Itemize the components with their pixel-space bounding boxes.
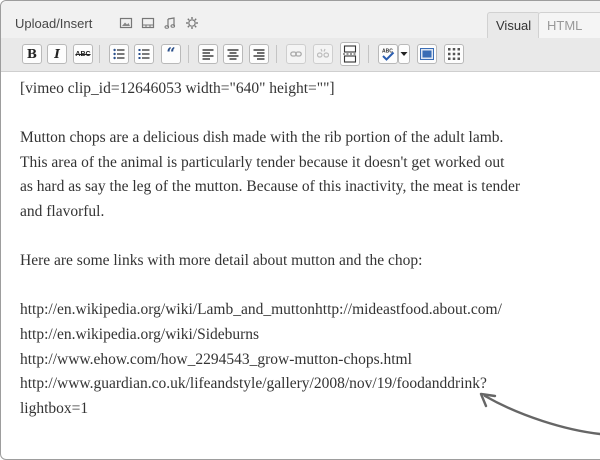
image-icon[interactable] <box>119 16 133 30</box>
insert-more-button[interactable] <box>340 42 360 66</box>
insert-link-button[interactable] <box>286 44 306 64</box>
toolbar-divider <box>368 45 369 63</box>
bulleted-list-icon <box>113 48 125 60</box>
align-center-icon <box>227 49 239 60</box>
bulleted-list-button[interactable] <box>109 44 129 64</box>
bold-button[interactable]: B <box>22 44 42 64</box>
unlink-button[interactable] <box>313 44 333 64</box>
upload-insert-label: Upload/Insert <box>15 16 93 31</box>
paragraph-line: Here are some links with more detail abo… <box>20 252 423 270</box>
fullscreen-icon <box>420 48 434 60</box>
spellcheck-button[interactable]: ABC <box>378 44 398 64</box>
unlink-icon <box>317 48 329 58</box>
editor-frame: Upload/Insert Visual HTML B I ABC “ ABC … <box>0 0 600 460</box>
paragraph-line: as hard as say the leg of the mutton. Be… <box>20 178 521 196</box>
align-center-button[interactable] <box>223 44 243 64</box>
toolbar-divider <box>188 45 189 63</box>
formatting-toolbar: B I ABC “ ABC <box>1 38 600 72</box>
editor-content[interactable]: [vimeo clip_id=12646053 width="640" heig… <box>20 77 600 421</box>
video-icon[interactable] <box>141 16 155 30</box>
blockquote-button[interactable]: “ <box>161 44 181 64</box>
paragraph-line: and flavorful. <box>20 202 105 220</box>
align-left-button[interactable] <box>198 44 218 64</box>
spellcheck-icon: ABC <box>382 49 395 61</box>
chevron-down-icon <box>400 52 408 56</box>
toolbar-divider <box>99 45 100 63</box>
toolbar-divider <box>276 45 277 63</box>
numbered-list-button[interactable] <box>134 44 154 64</box>
fullscreen-button[interactable] <box>417 44 437 64</box>
vimeo-shortcode: [vimeo clip_id=12646053 width="640" heig… <box>20 80 335 97</box>
align-right-button[interactable] <box>249 44 269 64</box>
audio-icon[interactable] <box>163 16 177 30</box>
paragraph-line: This area of the animal is particularly … <box>20 153 505 171</box>
link-icon <box>290 51 302 57</box>
link-line: http://www.ehow.com/how_2294543_grow-mut… <box>20 350 412 368</box>
tab-visual[interactable]: Visual <box>487 12 541 38</box>
strikethrough-button[interactable]: ABC <box>73 44 93 64</box>
align-right-icon <box>253 49 265 60</box>
align-left-icon <box>202 49 214 60</box>
numbered-list-icon <box>138 49 150 59</box>
spellcheck-dropdown[interactable] <box>398 44 410 64</box>
italic-button[interactable]: I <box>47 44 67 64</box>
link-line: http://en.wikipedia.org/wiki/Sideburns <box>20 325 260 343</box>
annotation-arrow <box>479 392 600 436</box>
kitchen-sink-icon <box>448 48 460 60</box>
kitchen-sink-button[interactable] <box>444 44 464 64</box>
upload-bar: Upload/Insert Visual HTML <box>1 1 600 39</box>
link-line: http://en.wikipedia.org/wiki/Lamb_and_mu… <box>20 301 502 319</box>
media-gear-icon[interactable] <box>185 16 199 30</box>
more-tag-icon <box>343 45 357 63</box>
paragraph-line: Mutton chops are a delicious dish made w… <box>20 129 504 147</box>
tab-html[interactable]: HTML <box>538 12 600 38</box>
